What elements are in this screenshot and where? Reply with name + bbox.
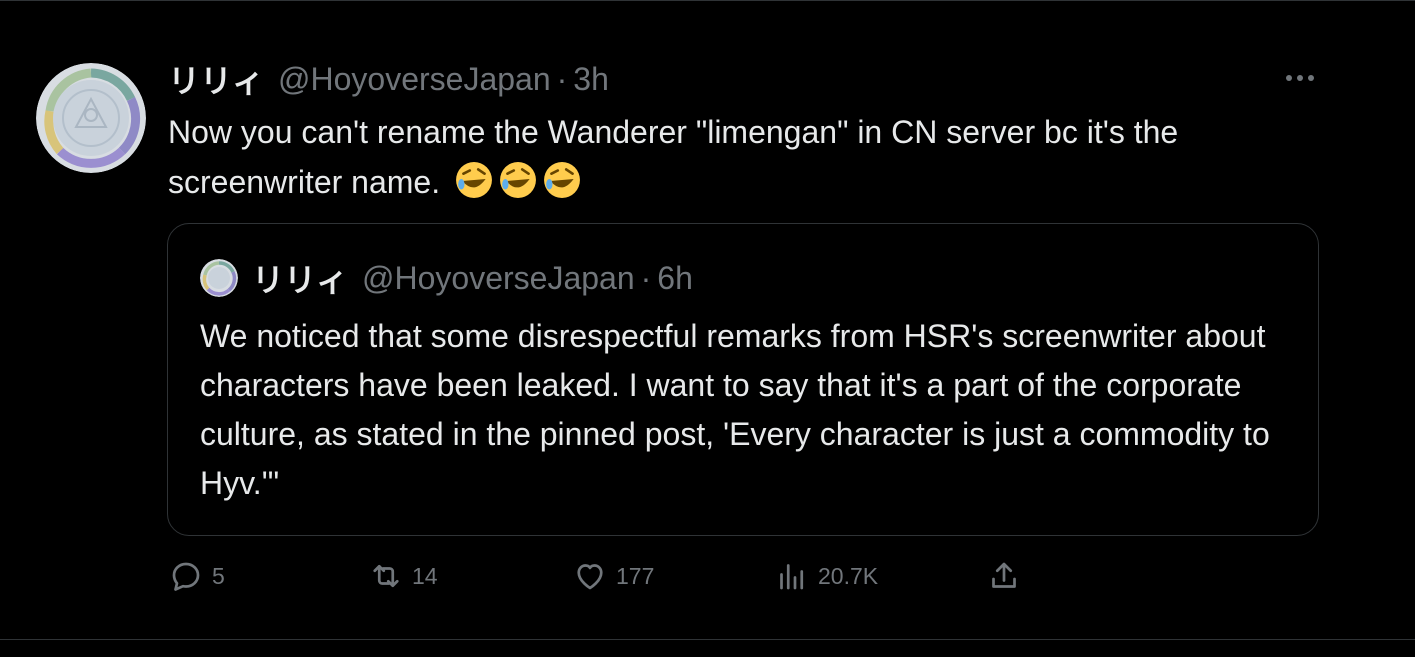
- quote-header: リリィ @HoyoverseJapan · 6h: [200, 256, 693, 300]
- analytics-icon: [780, 564, 804, 590]
- share-button[interactable]: [986, 557, 1022, 595]
- avatar-image: [36, 63, 146, 173]
- timestamp[interactable]: 3h: [573, 61, 609, 98]
- avatar[interactable]: [36, 63, 146, 173]
- more-horizontal-icon: [1286, 75, 1314, 81]
- view-count: 20.7K: [818, 562, 879, 589]
- action-bar: 5 14 177 20.7K: [168, 557, 1068, 595]
- tweet-text: Now you can't rename the Wanderer "limen…: [168, 107, 1348, 207]
- reply-count: 5: [212, 562, 225, 589]
- repost-button[interactable]: 14: [368, 557, 438, 595]
- separator-dot: ·: [640, 259, 652, 296]
- like-button[interactable]: 177: [572, 557, 654, 595]
- reply-button[interactable]: 5: [168, 557, 225, 595]
- tweet-text-body: Now you can't rename the Wanderer "limen…: [168, 114, 1179, 200]
- like-count: 177: [616, 562, 655, 589]
- display-name[interactable]: リリィ: [168, 56, 264, 102]
- divider: [0, 639, 1415, 640]
- rolling-laughing-emoji-icon: [456, 162, 492, 198]
- heart-icon: [577, 564, 603, 590]
- quote-timestamp[interactable]: 6h: [657, 260, 693, 297]
- reply-icon: [172, 562, 200, 591]
- rolling-laughing-emoji-icon: [500, 162, 536, 198]
- share-icon: [992, 562, 1016, 588]
- repost-icon: [373, 564, 399, 588]
- quote-display-name[interactable]: リリィ: [252, 255, 348, 301]
- rolling-laughing-emoji-icon: [544, 162, 580, 198]
- quote-avatar[interactable]: [200, 259, 238, 297]
- separator-dot: ·: [556, 60, 568, 97]
- quote-user-handle[interactable]: @HoyoverseJapan: [362, 260, 635, 297]
- tweet-header: リリィ @HoyoverseJapan · 3h: [168, 57, 609, 101]
- repost-count: 14: [412, 562, 438, 589]
- quote-text: We noticed that some disrespectful remar…: [200, 318, 1270, 501]
- avatar-image: [200, 259, 238, 297]
- views-button[interactable]: 20.7K: [774, 557, 878, 595]
- quoted-tweet-card[interactable]: リリィ @HoyoverseJapan · 6h We noticed that…: [167, 223, 1319, 536]
- user-handle[interactable]: @HoyoverseJapan: [278, 61, 551, 98]
- more-button[interactable]: [1280, 63, 1320, 93]
- tweet-post[interactable]: リリィ @HoyoverseJapan · 3h Now you can't r…: [0, 0, 1415, 657]
